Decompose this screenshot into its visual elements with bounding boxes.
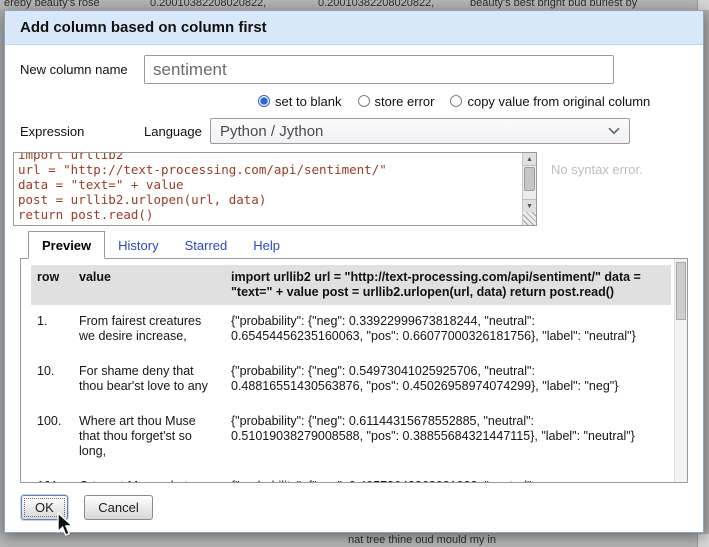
radio-icon[interactable] [358, 95, 370, 107]
tab-help[interactable]: Help [240, 232, 293, 258]
dialog-footer: OK Cancel [20, 495, 688, 520]
row-value: For shame deny that thou bear'st love to… [73, 355, 225, 405]
tab-starred[interactable]: Starred [172, 232, 241, 258]
row-index: 1. [31, 305, 73, 355]
expression-code-editor[interactable]: import urllib2url = "http://text-process… [13, 152, 537, 226]
radio-icon[interactable] [258, 95, 270, 107]
tab-bar: Preview History Starred Help [20, 232, 688, 259]
table-row: 100. Where art thou Muse that thou forge… [31, 405, 671, 470]
tab-preview[interactable]: Preview [28, 231, 105, 259]
background-text: 0.20010382208020822, [150, 0, 266, 9]
radio-copy-value[interactable]: copy value from original column [450, 94, 650, 109]
language-select[interactable]: Python / Jython [210, 118, 630, 144]
scroll-down-icon[interactable]: ▼ [523, 199, 536, 212]
row-index: 101. [31, 470, 73, 483]
dialog-title: Add column based on column first [5, 11, 703, 45]
row-result: {"probability": {"neg": 0.61144315678552… [225, 405, 671, 470]
background-page-bottom: nat tree thine oud mould my in [0, 534, 709, 547]
radio-label: set to blank [275, 94, 342, 109]
background-text: nat tree thine oud mould my in [348, 534, 496, 546]
radio-label: copy value from original column [467, 94, 650, 109]
radio-icon[interactable] [450, 95, 462, 107]
resize-grip-icon[interactable] [523, 212, 536, 225]
background-text: beauty's best bright bud buriest by [470, 0, 637, 9]
new-column-name-label: New column name [20, 62, 144, 77]
preview-panel: row value import urllib2 url = "http://t… [20, 259, 688, 483]
row-index: 100. [31, 405, 73, 470]
row-value: From fairest creatures we desire increas… [73, 305, 225, 355]
syntax-status: No syntax error. [551, 162, 643, 177]
language-selected-value: Python / Jython [220, 123, 323, 140]
preview-scrollbar[interactable] [674, 259, 687, 482]
background-text: 0.20010382208020822, [318, 0, 434, 9]
table-row: 10. For shame deny that thou bear'st lov… [31, 355, 671, 405]
expression-code: import urllib2url = "http://text-process… [14, 152, 536, 222]
row-index: 10. [31, 355, 73, 405]
table-row: 1. From fairest creatures we desire incr… [31, 305, 671, 355]
language-label: Language [144, 124, 210, 139]
page-scrollbar[interactable] [697, 0, 709, 10]
expression-label: Expression [20, 124, 144, 139]
ok-button[interactable]: OK [21, 495, 68, 520]
tab-history[interactable]: History [105, 232, 171, 258]
radio-label: store error [375, 94, 435, 109]
add-column-dialog: Add column based on column first New col… [4, 10, 704, 533]
preview-table: row value import urllib2 url = "http://t… [31, 265, 671, 483]
on-error-options: set to blank store error copy value from… [258, 92, 688, 110]
row-value: O truant Muse what [73, 470, 225, 483]
scrollbar-thumb[interactable] [676, 262, 686, 320]
row-result: {"probability": {"neg": 0.54973041025925… [225, 355, 671, 405]
cancel-button[interactable]: Cancel [84, 495, 152, 520]
background-text: ereby beauty's rose [4, 0, 100, 9]
scroll-up-icon[interactable]: ▲ [523, 153, 536, 166]
new-column-name-input[interactable] [144, 55, 614, 84]
row-result: {"probability": {"neg": 0.33922999673818… [225, 305, 671, 355]
header-value: value [73, 265, 225, 305]
table-row: 101. O truant Muse what {"probability": … [31, 470, 671, 483]
header-expression: import urllib2 url = "http://text-proces… [225, 265, 671, 305]
background-page-top: ereby beauty's rose 0.20010382208020822,… [0, 0, 709, 10]
table-header-row: row value import urllib2 url = "http://t… [31, 265, 671, 305]
scrollbar-thumb[interactable] [524, 167, 535, 191]
page-scrollbar[interactable] [697, 534, 709, 547]
row-value: Where art thou Muse that thou forget'st … [73, 405, 225, 470]
row-result: {"probability": {"neg": 0.49573642268021… [225, 470, 671, 483]
radio-set-to-blank[interactable]: set to blank [258, 94, 342, 109]
chevron-down-icon [608, 127, 620, 135]
radio-store-error[interactable]: store error [358, 94, 435, 109]
header-row: row [31, 265, 73, 305]
